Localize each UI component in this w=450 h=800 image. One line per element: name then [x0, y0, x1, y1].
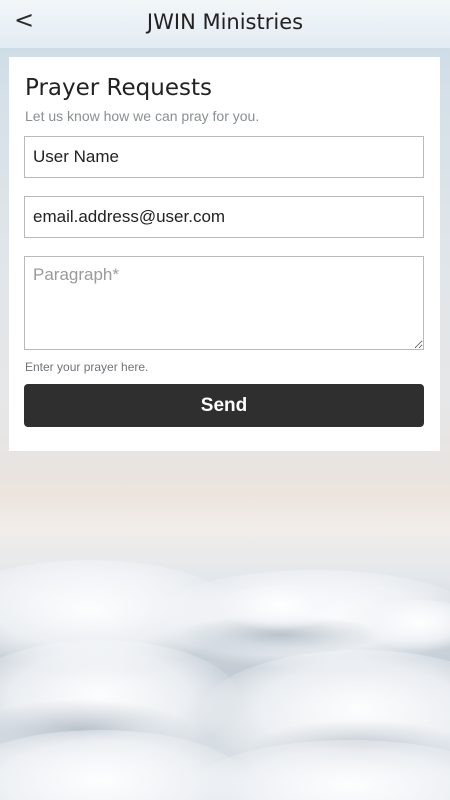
user-name-field[interactable] [24, 136, 424, 178]
prayer-request-card: Prayer Requests Let us know how we can p… [9, 57, 440, 451]
prayer-hint-text: Enter your prayer here. [25, 360, 149, 374]
top-app-bar: < JWIN Ministries [0, 0, 450, 48]
email-field[interactable] [24, 196, 424, 238]
app-title: JWIN Ministries [146, 10, 304, 34]
send-button[interactable]: Send [24, 384, 424, 427]
form-title: Prayer Requests [25, 75, 212, 101]
prayer-paragraph-textarea[interactable] [24, 256, 424, 350]
form-subtitle: Let us know how we can pray for you. [25, 108, 260, 124]
